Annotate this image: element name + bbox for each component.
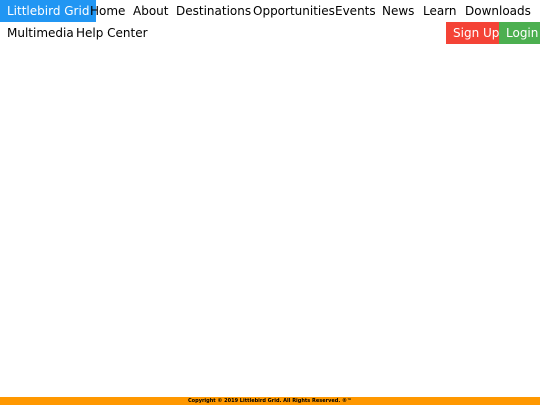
nav-link-news[interactable]: News <box>375 0 421 22</box>
brand-link[interactable]: Littlebird Grid <box>0 0 97 22</box>
login-button[interactable]: Login <box>499 22 540 44</box>
page: Littlebird Grid Home About Destinations … <box>0 0 540 405</box>
footer: Copyright © 2019 Littlebird Grid. All Ri… <box>0 397 540 405</box>
nav-link-downloads[interactable]: Downloads <box>458 0 538 22</box>
sign-up-button[interactable]: Sign Up <box>446 22 499 44</box>
nav-link-destinations[interactable]: Destinations <box>169 0 258 22</box>
nav-link-help-center[interactable]: Help Center <box>69 22 155 44</box>
copyright-text: Copyright © 2019 Littlebird Grid. All Ri… <box>188 398 352 404</box>
nav-link-learn[interactable]: Learn <box>416 0 464 22</box>
top-navbar: Littlebird Grid Home About Destinations … <box>0 0 540 44</box>
